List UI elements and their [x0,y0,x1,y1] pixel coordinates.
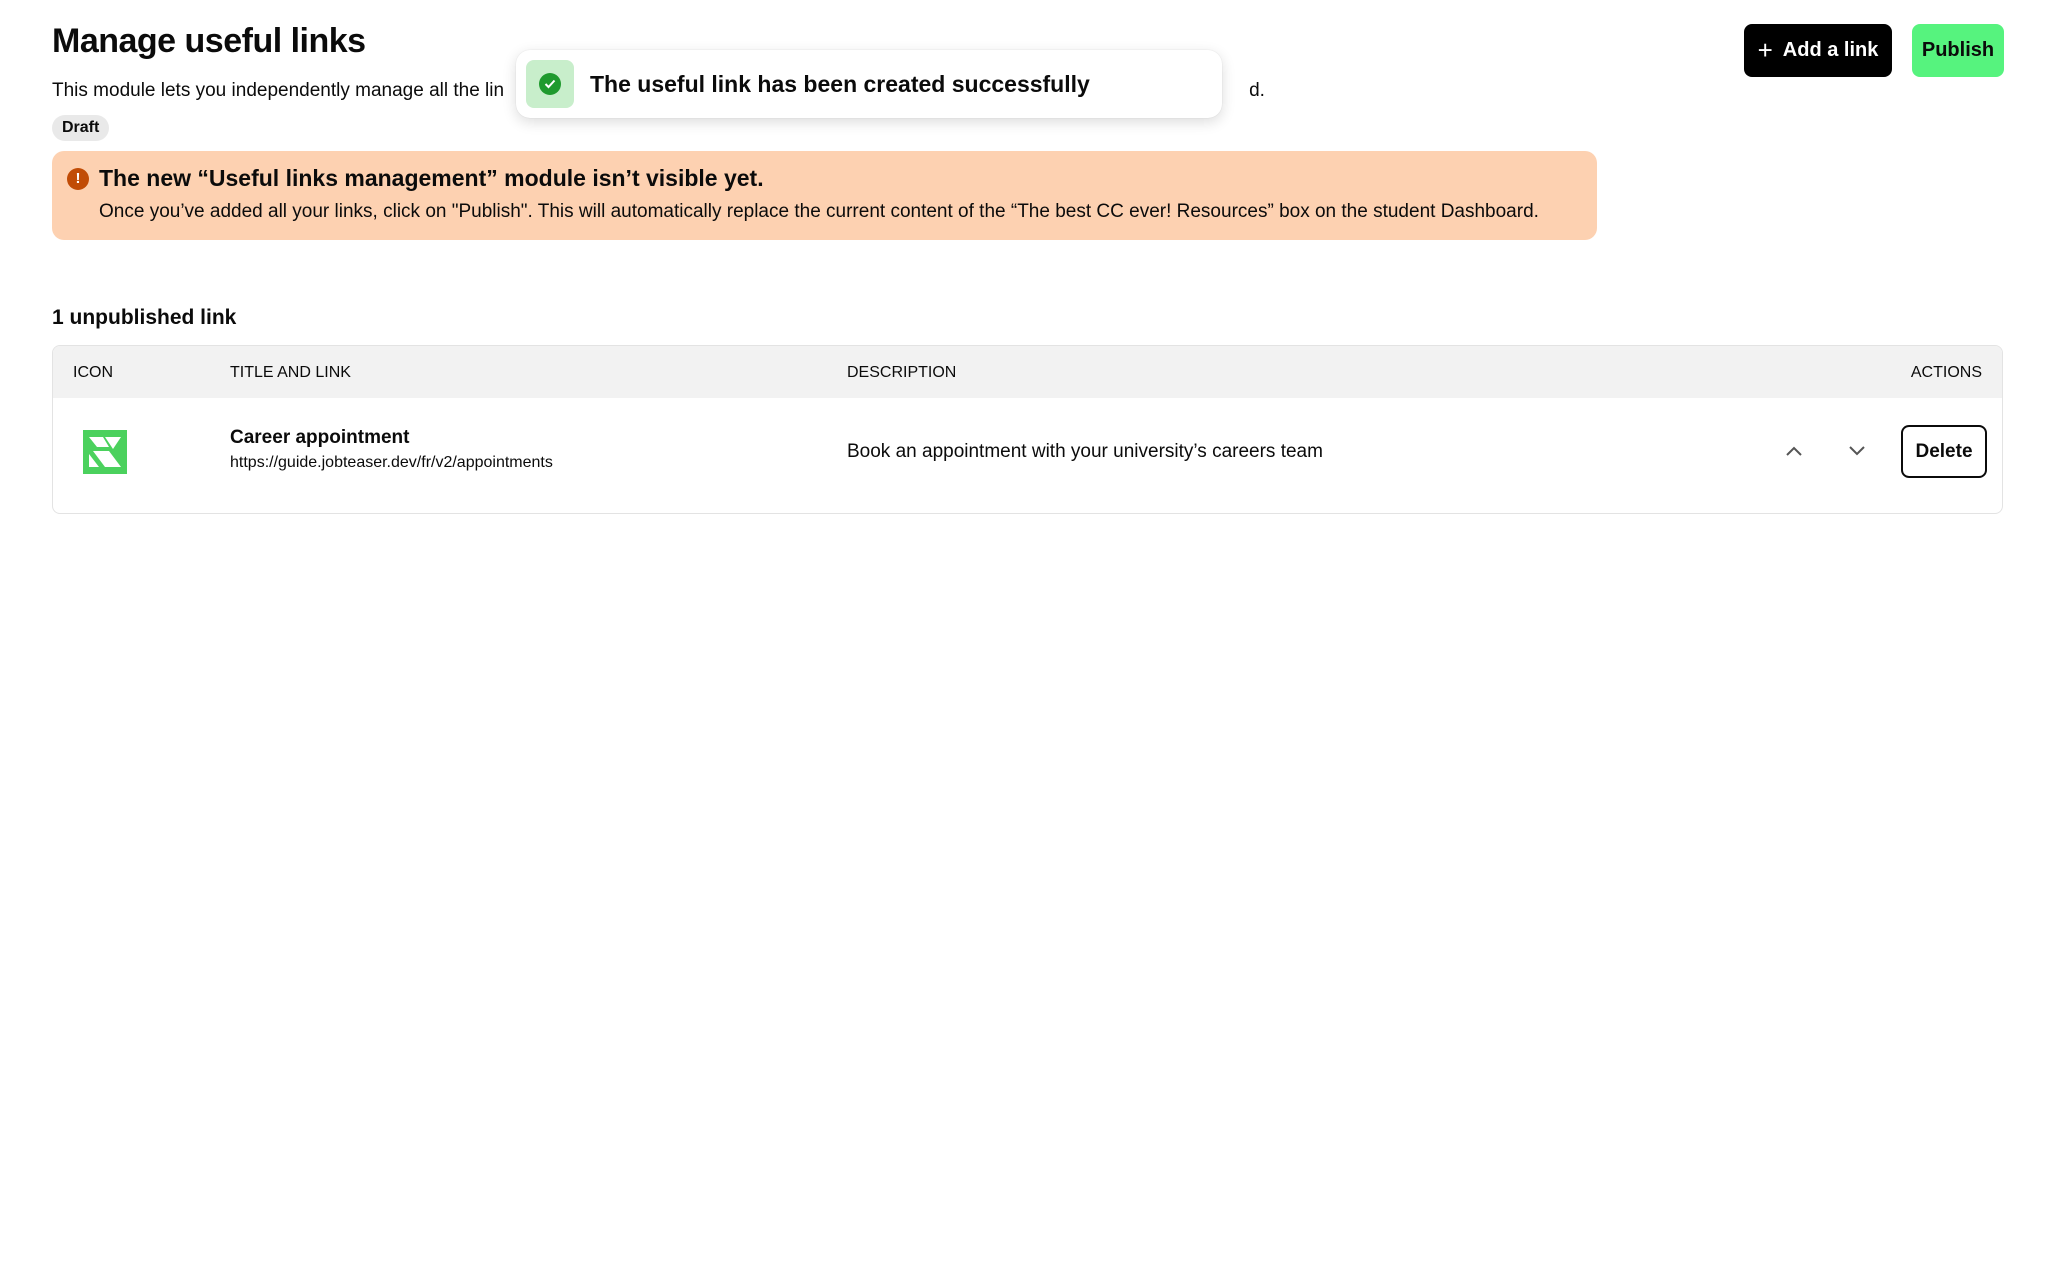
column-header-description: DESCRIPTION [847,364,957,381]
plus-icon: + [1757,34,1773,65]
unpublished-links-title: 1 unpublished link [52,306,237,329]
column-header-actions: ACTIONS [1910,364,1982,381]
success-toast: The useful link has been created success… [516,50,1222,118]
toast-icon-container [526,60,574,108]
link-description: Book an appointment with your university… [847,441,1323,462]
delete-button[interactable]: Delete [1901,425,1987,478]
page-description-start: This module lets you independently manag… [52,80,505,101]
check-circle-icon [539,73,561,95]
links-table: ICON TITLE AND LINK DESCRIPTION ACTIONS … [52,345,2003,514]
add-link-label: Add a link [1782,39,1879,61]
not-visible-alert: ! The new “Useful links management” modu… [52,151,1597,240]
add-link-button[interactable]: + Add a link [1744,24,1892,77]
column-header-title: TITLE AND LINK [230,364,351,381]
link-title: Career appointment [230,427,410,448]
toast-message: The useful link has been created success… [590,70,1090,97]
alert-title: The new “Useful links management” module… [99,165,764,191]
page-description-end: d. [1249,80,1265,101]
table-header: ICON TITLE AND LINK DESCRIPTION ACTIONS [53,346,2002,398]
status-badge: Draft [52,115,110,141]
table-row: Career appointment https://guide.jobteas… [53,398,2002,513]
chevron-up-icon [1786,446,1802,456]
column-header-icon: ICON [73,364,113,381]
alert-body: Once you’ve added all your links, click … [99,201,1539,222]
jobteaser-logo [83,430,127,474]
publish-button[interactable]: Publish [1912,24,2004,77]
move-up-button[interactable] [1776,433,1812,469]
move-down-button[interactable] [1839,433,1875,469]
alert-circle-icon: ! [67,168,89,190]
page-title: Manage useful links [52,22,366,60]
page: Manage useful links This module lets you… [0,0,2048,1278]
checkmark-icon [544,79,556,89]
link-url[interactable]: https://guide.jobteaser.dev/fr/v2/appoin… [230,454,553,472]
chevron-down-icon [1849,446,1865,456]
